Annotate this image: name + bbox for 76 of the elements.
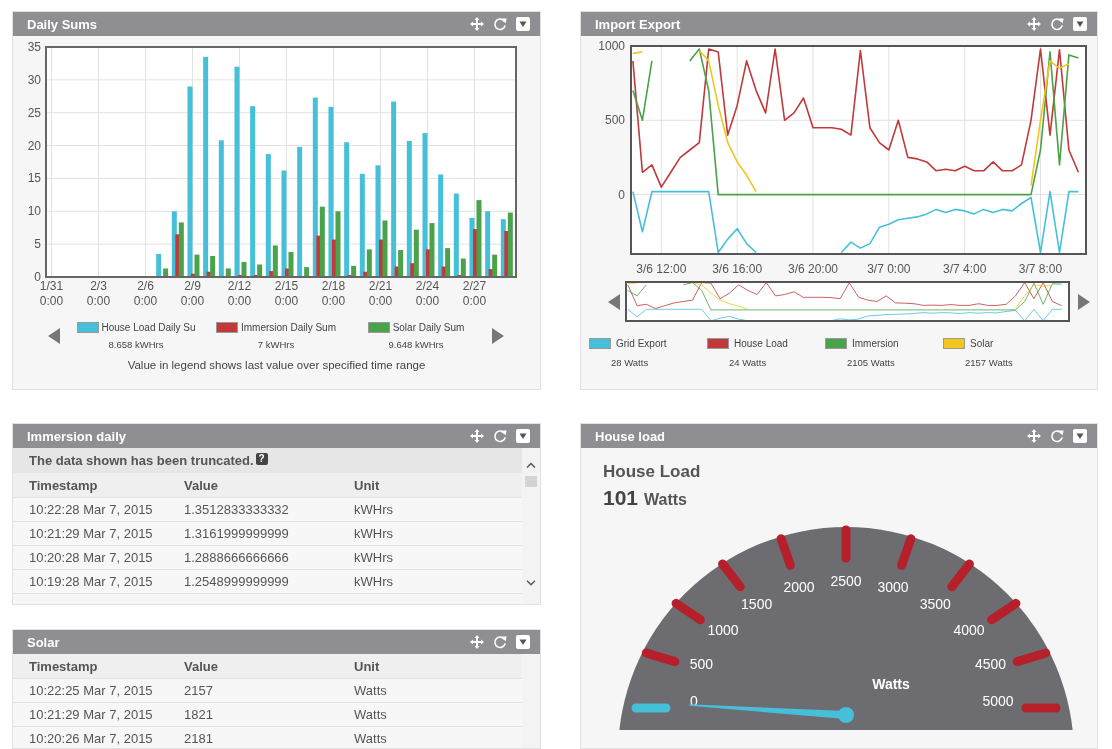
- legend-value: 2157 Watts: [965, 357, 1014, 368]
- value-unit: Watts: [644, 491, 687, 509]
- gauge-tick-label: 2000: [783, 578, 815, 595]
- gauge-title: House Load: [603, 462, 701, 482]
- y-tick-label: 10: [27, 204, 41, 219]
- x-tick-label: 2/15 0:00: [274, 279, 299, 308]
- table-cell-text: 1821: [184, 707, 214, 722]
- table-cell-text: 10:22:25 Mar 7, 2015: [29, 683, 154, 698]
- x-tick-label: 2/12 0:00: [227, 279, 252, 308]
- y-tick-label: 500: [604, 113, 625, 128]
- panel-title: Solar: [27, 634, 61, 650]
- y-tick-label: 25: [27, 105, 41, 120]
- gauge-tick-label: 4000: [953, 622, 985, 639]
- table-cell-text: Watts: [354, 731, 388, 746]
- gauge-unit: Watts: [872, 676, 910, 692]
- legend-value: 2105 Watts: [847, 357, 896, 368]
- x-tick-label: 2/9 0:00: [180, 279, 205, 308]
- table-cell-text: 10:19:28 Mar 7, 2015: [29, 574, 154, 589]
- x-tick-label: 1/31 0:00: [39, 279, 64, 308]
- table-cell-text: Watts: [354, 707, 388, 722]
- x-tick-label: 3/6 20:00: [788, 262, 838, 276]
- table-cell-text: Watts: [354, 683, 388, 698]
- y-tick-label: 20: [27, 138, 41, 153]
- panel-title: Daily Sums: [27, 16, 99, 32]
- table-cell-text: 1.2888666666666: [184, 550, 290, 565]
- truncation-notice: The data shown has been truncated.: [29, 453, 254, 468]
- gauge-tick-label: 2500: [830, 573, 862, 589]
- x-tick-label: 2/18 0:00: [321, 279, 346, 308]
- x-tick-label: 3/6 16:00: [712, 262, 763, 276]
- table-cell-text: 1.3512833333332: [184, 502, 290, 517]
- table-cell-text: 10:21:29 Mar 7, 2015: [29, 526, 154, 541]
- gauge-tick-label: 3000: [877, 578, 909, 595]
- gauge-tick-label: 4500: [975, 655, 1007, 672]
- legend-value: 24 Watts: [729, 357, 768, 368]
- panel-title: Immersion daily: [27, 428, 127, 444]
- table-cell-text: kWHrs: [354, 526, 394, 541]
- x-tick-label: 3/6 12:00: [636, 262, 687, 276]
- gauge-value: 101: [603, 486, 639, 510]
- y-tick-label: 30: [27, 72, 41, 87]
- table-cell-text: 2181: [184, 731, 214, 746]
- legend-note: Value in legend shows last value over specified time range: [126, 359, 427, 371]
- y-tick-label: 5: [34, 237, 41, 252]
- legend-value: 7 kWHrs: [257, 339, 295, 350]
- legend-value: 28 Watts: [611, 357, 650, 368]
- x-tick-label: 2/6 0:00: [133, 279, 158, 308]
- x-tick-label: 2/3 0:00: [86, 279, 111, 308]
- table-cell-text: 10:20:26 Mar 7, 2015: [29, 731, 154, 746]
- gauge-tick-label: 5000: [982, 693, 1014, 709]
- x-tick-label: 3/7 0:00: [867, 262, 911, 276]
- table-cell-text: kWHrs: [354, 574, 394, 589]
- table-cell-text: kWHrs: [354, 502, 394, 517]
- y-tick-label: 0: [618, 187, 625, 202]
- table-cell-text: 10:21:29 Mar 7, 2015: [29, 707, 154, 722]
- table-cell-text: 1.3161999999999: [184, 526, 290, 541]
- x-tick-label: 2/27 0:00: [462, 279, 487, 308]
- panel-title: House load: [595, 428, 667, 444]
- table-cell-text: 10:20:28 Mar 7, 2015: [29, 550, 154, 565]
- x-tick-label: 2/21 0:00: [368, 279, 393, 308]
- table-cell-text: 10:22:28 Mar 7, 2015: [29, 502, 154, 517]
- legend-value: 8.658 kWHrs: [108, 339, 164, 350]
- y-tick-label: 1000: [598, 39, 625, 53]
- y-tick-label: 0: [34, 270, 41, 284]
- table-cell-text: kWHrs: [354, 550, 394, 565]
- table-cell-text: 1.2548999999999: [184, 574, 290, 589]
- table-cell-text: 2157: [184, 683, 214, 698]
- y-tick-label: 35: [27, 40, 41, 54]
- gauge-tick-label: 3500: [919, 595, 951, 612]
- y-tick-label: 15: [27, 171, 41, 186]
- gauge-tick-label: 1500: [741, 595, 773, 612]
- legend-value: 9.648 kWHrs: [388, 339, 444, 350]
- x-tick-label: 3/7 4:00: [943, 262, 987, 276]
- x-tick-label: 2/24 0:00: [415, 279, 440, 308]
- gauge-tick-label: 1000: [707, 622, 739, 639]
- x-tick-label: 3/7 8:00: [1018, 262, 1063, 276]
- gauge-tick-label: 500: [689, 655, 714, 672]
- panel-title: Import Export: [595, 16, 682, 32]
